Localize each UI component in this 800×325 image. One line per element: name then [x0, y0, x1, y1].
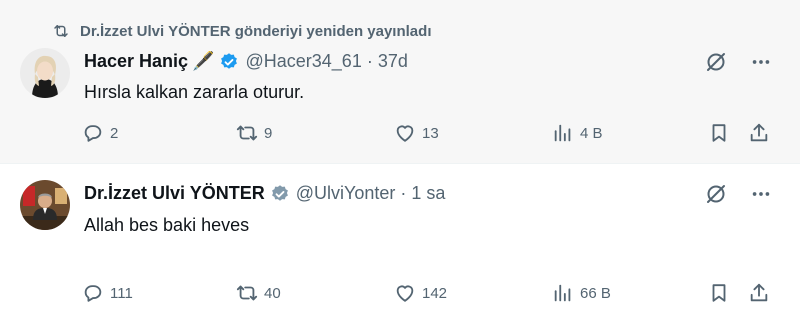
analytics-icon — [554, 124, 571, 142]
more-options-icon[interactable] — [750, 183, 772, 205]
tweet-header: Dr.İzzet Ulvi YÖNTER @UlviYonter · 1 sa — [84, 183, 445, 204]
avatar-image — [20, 48, 70, 98]
repost-icon — [236, 285, 258, 301]
views-button[interactable]: 66 B — [552, 282, 611, 304]
analytics-icon — [554, 284, 571, 302]
views-button[interactable]: 4 B — [552, 122, 603, 144]
repost-button[interactable]: 9 — [236, 122, 272, 144]
like-button[interactable]: 13 — [394, 122, 439, 144]
share-icon — [750, 123, 768, 142]
verified-gray-badge-icon — [270, 184, 290, 204]
tweet-top-actions — [704, 50, 772, 74]
reply-icon — [84, 125, 102, 142]
view-count: 66 B — [580, 284, 611, 302]
avatar[interactable] — [20, 48, 70, 98]
reply-button[interactable]: 111 — [82, 282, 133, 304]
avatar[interactable] — [20, 180, 70, 230]
reply-count: 2 — [110, 124, 119, 142]
repost-icon — [54, 25, 68, 37]
more-options-icon[interactable] — [750, 51, 772, 73]
tweet-card[interactable]: Dr.İzzet Ulvi YÖNTER @UlviYonter · 1 sa … — [0, 164, 800, 325]
separator-dot: · — [400, 183, 407, 203]
repost-icon — [236, 125, 258, 141]
bookmark-button[interactable] — [708, 122, 730, 144]
timestamp[interactable]: 37d — [378, 51, 408, 72]
view-count: 4 B — [580, 124, 603, 142]
avatar-image — [20, 180, 70, 230]
fountain-pen-emoji: 🖋️ — [192, 51, 215, 71]
share-button[interactable] — [748, 282, 770, 304]
tweet-actions: 2 9 13 4 B — [82, 122, 772, 148]
tweet-top-actions — [704, 182, 772, 206]
repost-count: 40 — [264, 284, 281, 302]
like-count: 142 — [422, 284, 448, 302]
heart-icon — [396, 125, 414, 142]
tweet-actions: 111 40 142 66 B — [82, 282, 772, 308]
reply-button[interactable]: 2 — [82, 122, 118, 144]
tweet-text: Allah bes baki heves — [84, 215, 250, 235]
bookmark-icon — [712, 284, 726, 302]
author-name[interactable]: Hacer Haniç — [84, 51, 188, 72]
author-handle[interactable]: @Hacer34_61 — [245, 51, 361, 72]
timestamp[interactable]: 1 sa — [411, 183, 445, 204]
bookmark-icon — [712, 124, 726, 142]
like-count: 13 — [422, 124, 439, 142]
heart-icon — [396, 285, 414, 302]
grok-icon[interactable] — [704, 182, 728, 206]
tweet-header: Hacer Haniç 🖋️ @Hacer34_61 · 37d — [84, 51, 408, 72]
reply-count: 111 — [110, 284, 133, 302]
repost-button[interactable]: 40 — [236, 282, 281, 304]
share-icon — [750, 283, 768, 302]
reply-icon — [84, 285, 102, 302]
separator-dot: · — [366, 51, 373, 71]
verified-badge-icon — [219, 52, 239, 72]
author-handle[interactable]: @UlviYonter — [296, 183, 396, 204]
like-button[interactable]: 142 — [394, 282, 447, 304]
grok-icon[interactable] — [704, 50, 728, 74]
tweet-card-reposted[interactable]: Dr.İzzet Ulvi YÖNTER gönderiyi yeniden y… — [0, 0, 800, 163]
bookmark-button[interactable] — [708, 282, 730, 304]
share-button[interactable] — [748, 122, 770, 144]
tweet-text: Hırsla kalkan zararla oturur. — [84, 82, 305, 102]
author-name[interactable]: Dr.İzzet Ulvi YÖNTER — [84, 183, 265, 204]
repost-banner-text: Dr.İzzet Ulvi YÖNTER gönderiyi yeniden y… — [80, 22, 432, 40]
repost-count: 9 — [264, 124, 273, 142]
repost-banner[interactable]: Dr.İzzet Ulvi YÖNTER gönderiyi yeniden y… — [52, 22, 431, 40]
